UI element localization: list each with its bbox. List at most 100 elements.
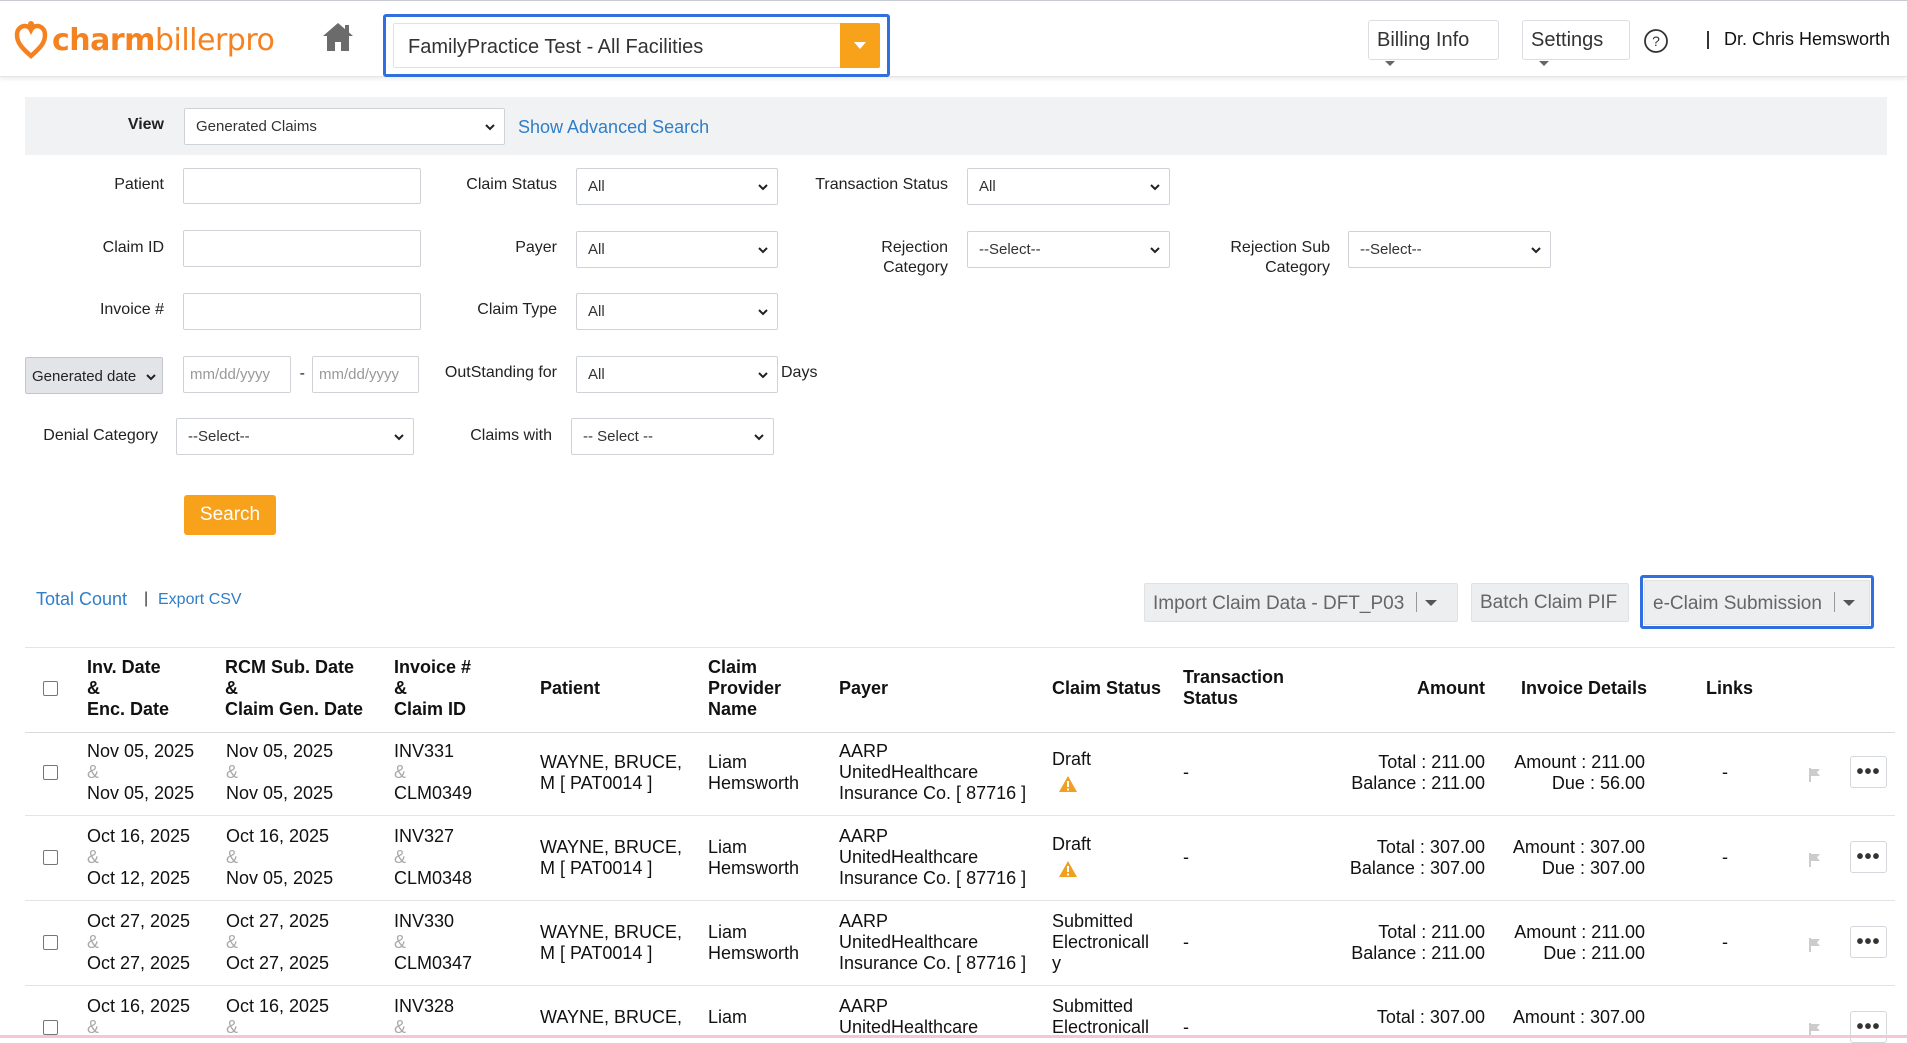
batch-claim-pif-button[interactable]: Batch Claim PIF [1471,583,1629,622]
invoice-claim-cell[interactable]: INV328 & [394,996,454,1038]
header-invoice-claim-id[interactable]: Invoice # & Claim ID [394,657,471,720]
header-inv-enc-date[interactable]: Inv. Date & Enc. Date [87,657,169,720]
eclaim-submission-button[interactable]: e-Claim Submission [1644,580,1870,625]
row-checkbox[interactable] [43,765,58,780]
header-claim-status[interactable]: Claim Status [1052,678,1161,699]
chevron-down-icon [758,183,768,190]
links-cell: - [1722,847,1728,867]
more-icon: ••• [1856,761,1881,783]
view-select-value: Generated Claims [196,118,317,135]
row-checkbox[interactable] [43,1020,58,1035]
flag-icon[interactable] [1808,767,1822,783]
header-patient[interactable]: Patient [540,678,600,699]
import-claim-data-button[interactable]: Import Claim Data - DFT_P03 [1144,583,1458,622]
links-cell: - [1722,932,1728,952]
more-icon: ••• [1856,1016,1881,1038]
claim-type-select[interactable]: All [576,293,778,330]
header-amount[interactable]: Amount [1417,678,1485,699]
date-from-input[interactable]: mm/dd/yyyy [183,356,291,393]
chevron-down-icon [758,371,768,378]
warning-icon[interactable] [1058,775,1078,793]
chevron-down-icon[interactable] [1425,600,1438,606]
row-actions-button[interactable]: ••• [1850,841,1887,873]
facility-select-box[interactable]: FamilyPractice Test - All Facilities [393,23,880,68]
date-to-placeholder: mm/dd/yyyy [319,366,400,383]
claim-status-cell: Draft [1052,749,1092,769]
header-transaction-status[interactable]: Transaction Status [1183,667,1284,709]
date-type-select[interactable]: Generated date [25,357,163,394]
claim-id-input[interactable] [183,230,421,267]
header-claim-provider-name[interactable]: Claim Provider Name [708,657,781,720]
chevron-down-icon [146,374,156,381]
denial-category-select[interactable]: --Select-- [176,418,414,455]
provider-cell: Liam Hemsworth [708,837,800,878]
links-cell: - [1722,762,1728,782]
facility-dropdown-button[interactable] [840,23,880,68]
invoice-claim-cell[interactable]: INV327 & CLM0348 [394,826,472,889]
claims-with-label: Claims with [470,427,552,444]
patient-cell[interactable]: WAYNE, BRUCE, [540,1007,682,1028]
payer-select[interactable]: All [576,231,778,268]
invoice-claim-cell[interactable]: INV330 & CLM0347 [394,911,472,974]
settings-label: Settings [1531,29,1604,51]
flag-icon[interactable] [1808,937,1822,953]
export-csv-link[interactable]: Export CSV [158,591,242,609]
outstanding-value: All [588,366,605,383]
patient-cell[interactable]: WAYNE, BRUCE, M [ PAT0014 ] [540,922,682,964]
chevron-down-icon [758,308,768,315]
inv-enc-date-cell: Oct 16, 2025 & Oct 12, 2025 [87,826,191,888]
chevron-down-icon [1150,246,1160,253]
row-divider [25,815,1895,816]
header-payer[interactable]: Payer [839,678,888,699]
row-actions-button[interactable]: ••• [1850,1011,1887,1043]
home-icon[interactable] [320,19,356,55]
facility-value: FamilyPractice Test - All Facilities [408,36,704,58]
chevron-down-icon [854,42,866,49]
claim-status-label: Claim Status [466,176,557,193]
payer-cell: AARP UnitedHealthcare Insurance Co. [ 8771… [839,826,1027,888]
inv-enc-date-cell: Oct 27, 2025 & Oct 27, 2025 [87,911,191,973]
date-to-input[interactable]: mm/dd/yyyy [312,356,419,393]
rejection-sub-category-select[interactable]: --Select-- [1348,231,1551,268]
header-links[interactable]: Links [1706,678,1753,699]
app-logo[interactable]: charmbillerpro [14,19,275,61]
header-rcm-claim-gen-date[interactable]: RCM Sub. Date & Claim Gen. Date [225,657,363,720]
view-select[interactable]: Generated Claims [184,108,505,145]
rejection-sub-category-value: --Select-- [1360,241,1422,258]
claim-status-value: All [588,178,605,195]
outstanding-select[interactable]: All [576,356,778,393]
rejection-category-select[interactable]: --Select-- [967,231,1170,268]
date-from-placeholder: mm/dd/yyyy [190,366,271,383]
row-actions-button[interactable]: ••• [1850,756,1887,788]
payer-cell: AARP UnitedHealthcare Insurance Co. [ 8771… [839,741,1027,803]
total-count-link[interactable]: Total Count [36,589,127,610]
header-invoice-details[interactable]: Invoice Details [1521,678,1647,699]
amount-cell: Total : 211.00 Balance : 211.00 [1351,922,1485,963]
claims-with-select[interactable]: -- Select -- [571,418,774,455]
billing-info-menu[interactable]: Billing Info [1368,20,1499,67]
search-button[interactable]: Search [184,495,276,535]
user-name[interactable]: Dr. Chris Hemsworth [1724,29,1890,50]
help-icon[interactable]: ? [1643,28,1669,54]
invoice-input[interactable] [183,293,421,330]
claim-status-select[interactable]: All [576,168,778,205]
rejection-sub-label-line1: Rejection Sub [1230,239,1330,256]
facility-selector[interactable]: FamilyPractice Test - All Facilities [383,14,890,77]
show-advanced-search-link[interactable]: Show Advanced Search [518,117,709,138]
warning-icon[interactable] [1058,860,1078,878]
invoice-claim-cell[interactable]: INV331 & CLM0349 [394,741,472,804]
select-all-checkbox[interactable] [43,681,58,696]
patient-cell[interactable]: WAYNE, BRUCE, M [ PAT0014 ] [540,837,682,879]
rejection-sub-category-label: Rejection Sub Category [1180,238,1330,278]
row-actions-button[interactable]: ••• [1850,926,1887,958]
chevron-down-icon[interactable] [1842,600,1855,606]
transaction-status-select[interactable]: All [967,168,1170,205]
row-checkbox[interactable] [43,850,58,865]
claims-with-value: -- Select -- [583,428,654,445]
flag-icon[interactable] [1808,852,1822,868]
more-icon: ••• [1856,931,1881,953]
row-checkbox[interactable] [43,935,58,950]
patient-cell[interactable]: WAYNE, BRUCE, M [ PAT0014 ] [540,752,682,794]
patient-input[interactable] [183,168,421,204]
settings-menu[interactable]: Settings [1522,20,1630,67]
